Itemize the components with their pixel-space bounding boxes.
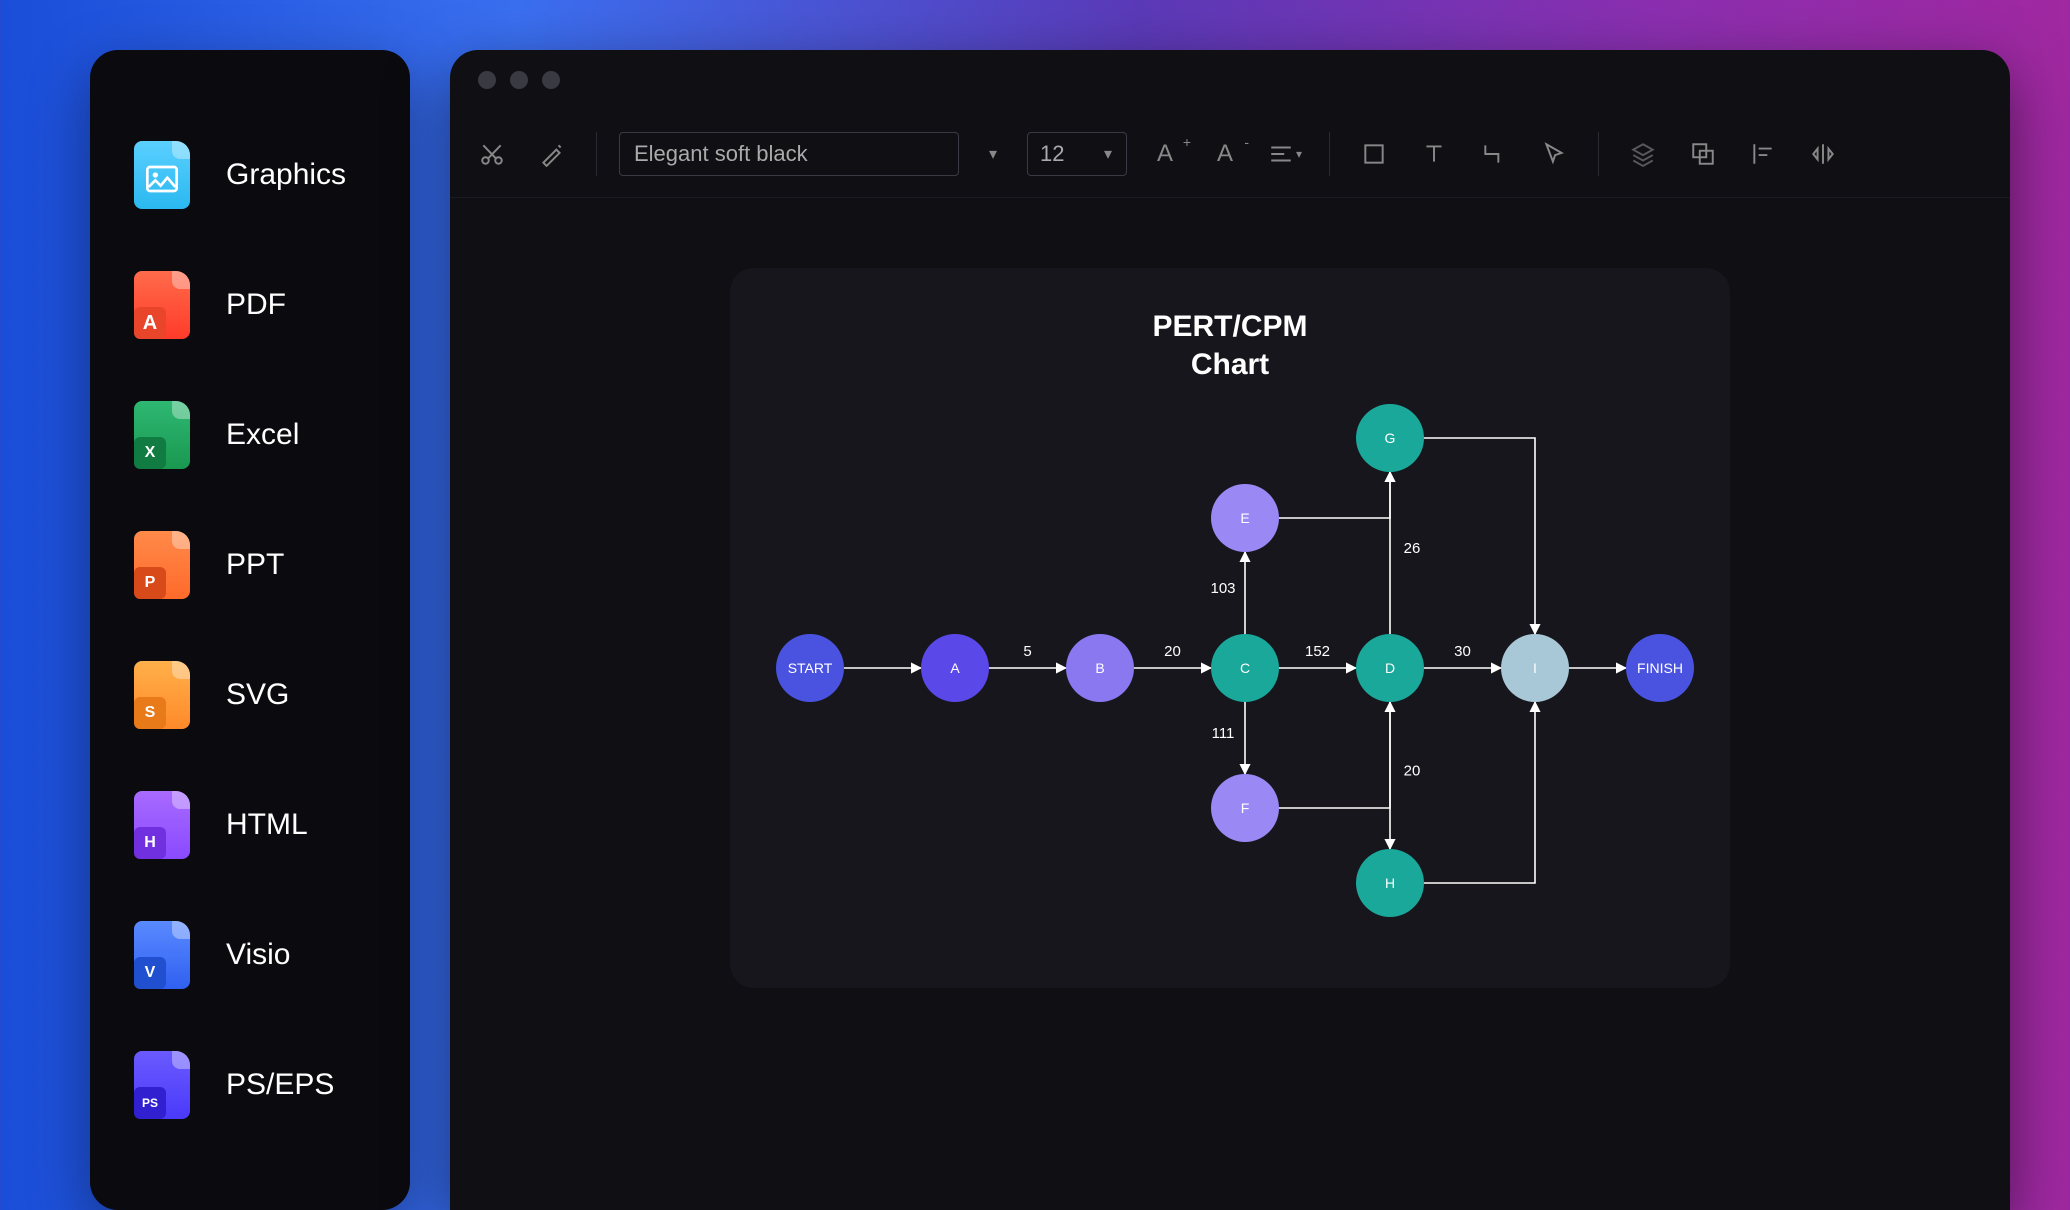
edge-label: 26 <box>1404 540 1421 557</box>
node-label-D: D <box>1385 660 1395 676</box>
node-label-FINISH: FINISH <box>1637 660 1683 676</box>
sidebar-item-label: Excel <box>226 418 299 452</box>
edge-E-G[interactable] <box>1279 472 1390 518</box>
node-label-F: F <box>1241 800 1250 816</box>
toolbar: Elegant soft black ▾ 12 ▾ A+ A- ▾ <box>450 110 2010 198</box>
sidebar-item-label: HTML <box>226 808 308 842</box>
edge-label: 152 <box>1305 643 1330 660</box>
font-size-dropdown-icon: ▾ <box>1090 132 1126 176</box>
sidebar-item-html[interactable]: H HTML <box>90 760 410 890</box>
traffic-light-zoom[interactable] <box>542 71 560 89</box>
edge-label: 30 <box>1454 643 1471 660</box>
edge-label: 111 <box>1212 725 1235 742</box>
window-titlebar <box>450 50 2010 110</box>
sidebar-item-ps[interactable]: PS PS/EPS <box>90 1020 410 1150</box>
node-label-START: START <box>788 660 833 676</box>
pointer-button[interactable] <box>1532 132 1576 176</box>
cut-button[interactable] <box>470 132 514 176</box>
edge-H-I[interactable] <box>1424 702 1535 883</box>
text-button[interactable] <box>1412 132 1456 176</box>
edge-label: 5 <box>1023 643 1031 660</box>
pdf-icon: A <box>134 271 190 339</box>
sidebar-item-label: PS/EPS <box>226 1068 334 1102</box>
sidebar-item-pdf[interactable]: A PDF <box>90 240 410 370</box>
layers-button[interactable] <box>1621 132 1665 176</box>
node-label-B: B <box>1095 660 1104 676</box>
graphics-icon <box>134 141 190 209</box>
group-button[interactable] <box>1681 132 1725 176</box>
increase-font-button[interactable]: A+ <box>1143 132 1187 176</box>
canvas[interactable]: PERT/CPMChart 520152301031112620STARTABC… <box>450 198 2010 988</box>
toolbar-separator <box>1598 132 1599 176</box>
flip-button[interactable] <box>1801 132 1845 176</box>
edge-label: 103 <box>1210 580 1235 597</box>
toolbar-separator <box>596 132 597 176</box>
sidebar-item-label: PDF <box>226 288 286 322</box>
sidebar-item-graphics[interactable]: Graphics <box>90 110 410 240</box>
sidebar-item-label: Graphics <box>226 158 346 192</box>
edge-label: 20 <box>1164 643 1181 660</box>
pert-diagram[interactable]: 5 20 152 30 103 111 26 20 START A B C D E F G H I FINISH <box>730 268 1730 988</box>
align-left-button[interactable] <box>1741 132 1785 176</box>
toolbar-separator <box>1329 132 1330 176</box>
font-family-value: Elegant soft black <box>620 141 958 167</box>
edge-F-D[interactable] <box>1279 702 1390 808</box>
connector-button[interactable] <box>1472 132 1516 176</box>
decrease-font-button[interactable]: A- <box>1203 132 1247 176</box>
excel-icon: X <box>134 401 190 469</box>
pert-chart-card[interactable]: PERT/CPMChart 520152301031112620STARTABC… <box>730 268 1730 988</box>
sidebar-item-visio[interactable]: V Visio <box>90 890 410 1020</box>
node-label-G: G <box>1385 430 1396 446</box>
html-icon: H <box>134 791 190 859</box>
sidebar-item-label: PPT <box>226 548 284 582</box>
sidebar-item-svg[interactable]: S SVG <box>90 630 410 760</box>
sidebar-item-excel[interactable]: X Excel <box>90 370 410 500</box>
sidebar-item-label: Visio <box>226 938 290 972</box>
font-size-value: 12 <box>1028 141 1090 167</box>
ppt-icon: P <box>134 531 190 599</box>
sidebar-item-label: SVG <box>226 678 289 712</box>
ps-icon: PS <box>134 1051 190 1119</box>
visio-icon: V <box>134 921 190 989</box>
node-label-I: I <box>1533 660 1537 676</box>
traffic-light-minimize[interactable] <box>510 71 528 89</box>
edge-G-I[interactable] <box>1424 438 1535 634</box>
sidebar-item-ppt[interactable]: P PPT <box>90 500 410 630</box>
svg-icon: S <box>134 661 190 729</box>
shape-button[interactable] <box>1352 132 1396 176</box>
format-painter-button[interactable] <box>530 132 574 176</box>
node-label-A: A <box>950 660 960 676</box>
align-button[interactable]: ▾ <box>1263 132 1307 176</box>
node-label-E: E <box>1240 510 1249 526</box>
node-label-H: H <box>1385 875 1395 891</box>
app-window: Elegant soft black ▾ 12 ▾ A+ A- ▾ <box>450 50 2010 1210</box>
edge-label: 20 <box>1404 763 1421 780</box>
traffic-light-close[interactable] <box>478 71 496 89</box>
font-family-select[interactable]: Elegant soft black <box>619 132 959 176</box>
font-family-dropdown-icon[interactable]: ▾ <box>975 132 1011 176</box>
node-label-C: C <box>1240 660 1250 676</box>
font-size-select[interactable]: 12 ▾ <box>1027 132 1127 176</box>
export-sidebar: GraphicsAPDFXExcelPPPTSSVGHHTMLVVisioPSP… <box>90 50 410 1210</box>
